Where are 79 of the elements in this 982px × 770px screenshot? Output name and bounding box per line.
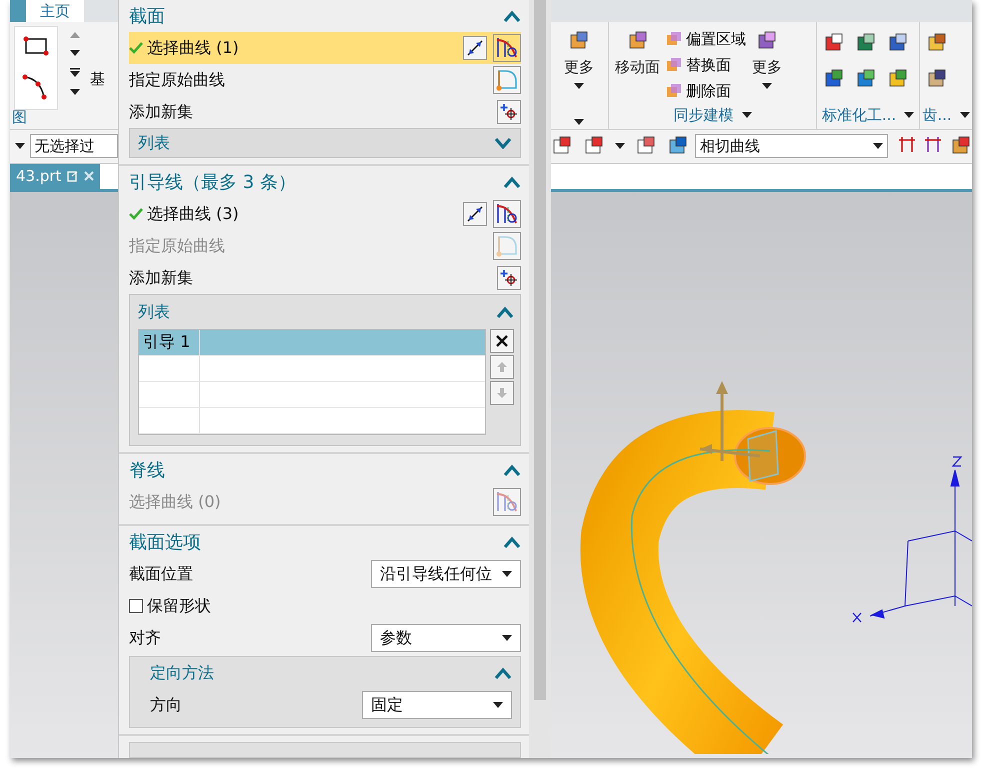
section-title: 引导线（最多 3 条） <box>129 171 296 194</box>
group-menu-icon <box>70 89 80 95</box>
tab-indicator <box>10 0 26 22</box>
close-icon <box>495 334 509 348</box>
remove-button[interactable] <box>490 329 514 353</box>
group-menu-icon <box>742 112 752 118</box>
group-label: 同步建模 <box>674 106 734 125</box>
option-label: 方向 <box>150 694 182 716</box>
section-title: 截面选项 <box>129 531 201 554</box>
chevron-down-icon[interactable] <box>494 137 512 149</box>
chevron-up-icon[interactable] <box>503 176 521 188</box>
reverse-direction-button[interactable] <box>463 202 487 226</box>
option-dropdown[interactable]: 参数 <box>371 624 521 652</box>
selection-label: 选择曲线 (3) <box>147 204 239 224</box>
selection-label: 选择曲线 (0) <box>129 492 221 512</box>
filter-menu-icon <box>14 143 25 150</box>
selection-label: 选择曲线 (1) <box>147 38 239 58</box>
caret-icon <box>615 143 626 150</box>
curve-select-button[interactable] <box>493 200 521 228</box>
chevron-up-icon[interactable] <box>503 10 521 22</box>
section-title: 脊线 <box>129 459 165 482</box>
rectangle-icon[interactable] <box>22 35 50 57</box>
move-face-button[interactable]: 移动面 <box>615 58 660 77</box>
caret-icon <box>502 635 512 641</box>
add-new-set-label: 添加新集 <box>129 102 193 122</box>
face-command-button[interactable]: 替换面 <box>666 52 746 78</box>
list-label: 列表 <box>138 132 170 154</box>
more-button[interactable]: 更多 <box>752 58 782 77</box>
list-label: 列表 <box>138 302 170 322</box>
group-menu-icon <box>574 118 584 125</box>
option-label: 对齐 <box>129 628 161 648</box>
group-menu-icon <box>904 112 914 118</box>
specify-origin-label: 指定原始曲线 <box>129 70 225 90</box>
face-command-button[interactable]: 偏置区域 <box>666 26 746 52</box>
checkbox-label: 保留形状 <box>147 596 211 616</box>
section-title: 截面 <box>129 5 165 28</box>
checkbox[interactable] <box>129 599 143 613</box>
add-new-set-label: 添加新集 <box>129 268 193 288</box>
add-set-button[interactable] <box>497 100 521 124</box>
group-label: 齿... <box>922 106 952 125</box>
face-command-button[interactable]: 删除面 <box>666 78 746 104</box>
caret-icon <box>493 702 503 708</box>
ribbon-tab[interactable]: 主页 <box>26 0 84 22</box>
group-menu-icon <box>960 112 970 118</box>
chevron-up-icon[interactable] <box>496 306 514 318</box>
option-label: 截面位置 <box>129 564 193 584</box>
group-label: 图 <box>12 108 27 127</box>
selection-row[interactable]: 选择曲线 (3) <box>129 198 521 230</box>
chevron-up-icon[interactable] <box>503 464 521 476</box>
down-arrow-icon <box>496 387 508 399</box>
option-dropdown[interactable]: 固定 <box>362 691 512 719</box>
selection-filter-field[interactable]: 无选择过 <box>30 134 118 158</box>
scroll-up-icon[interactable] <box>70 32 80 38</box>
list-row[interactable]: 引导 1 <box>139 330 485 356</box>
move-down-button[interactable] <box>490 381 514 405</box>
subsection-title: 定向方法 <box>150 662 214 684</box>
group-label: 标准化工... <box>822 106 896 125</box>
option-dropdown[interactable]: 沿引导线任何位 <box>371 560 521 588</box>
curve-select-button[interactable] <box>493 34 521 62</box>
chevron-up-icon[interactable] <box>494 667 512 679</box>
chevron-up-icon[interactable] <box>503 536 521 548</box>
expand-icon[interactable] <box>70 68 80 77</box>
caret-icon <box>873 143 883 150</box>
reverse-direction-button[interactable] <box>463 36 487 60</box>
specify-origin-label: 指定原始曲线 <box>129 236 225 256</box>
up-arrow-icon <box>496 361 508 373</box>
close-icon[interactable] <box>84 171 94 182</box>
curve-rule-dropdown[interactable]: 相切曲线 <box>695 134 888 158</box>
caret-icon <box>574 83 584 89</box>
ribbon-label: 基 <box>90 70 105 90</box>
pop-out-icon[interactable] <box>67 170 78 182</box>
list-header[interactable]: 列表 <box>129 128 521 158</box>
caret-icon <box>502 571 512 577</box>
more-button[interactable]: 更多 <box>564 58 594 77</box>
caret-icon <box>762 83 772 89</box>
scroll-down-icon <box>70 50 80 56</box>
add-set-button[interactable] <box>497 266 521 290</box>
selection-row[interactable]: 选择曲线 (1) <box>129 32 521 64</box>
scrollbar[interactable] <box>529 0 551 758</box>
